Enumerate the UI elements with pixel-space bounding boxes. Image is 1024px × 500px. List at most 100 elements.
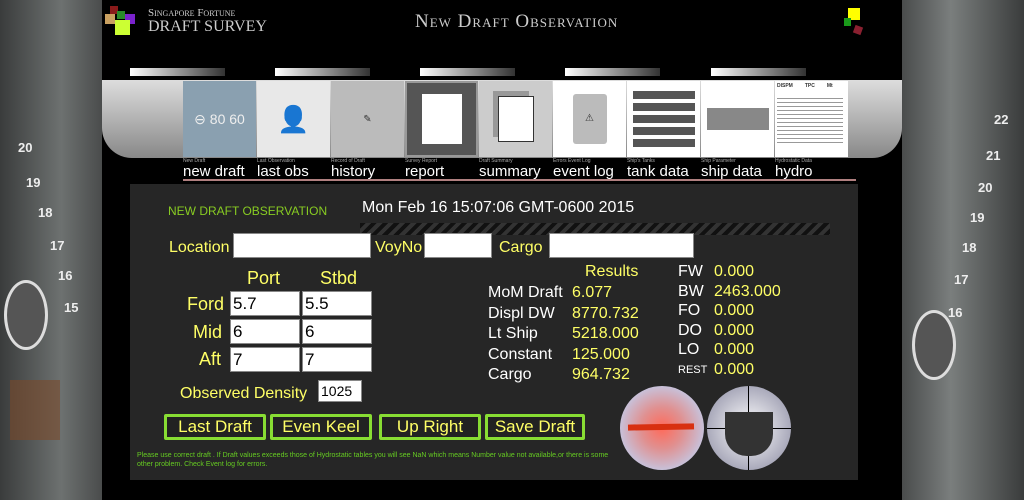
logo-text: Singapore Fortune Draft Survey bbox=[148, 8, 267, 35]
density-input[interactable] bbox=[318, 380, 362, 402]
nav-tile-ship-icon[interactable] bbox=[701, 81, 774, 157]
aft-port-input[interactable] bbox=[230, 347, 300, 372]
density-label: Observed Density bbox=[180, 385, 308, 402]
nav-item-report[interactable]: report bbox=[405, 163, 444, 180]
panel-heading: NEW DRAFT OBSERVATION bbox=[168, 204, 328, 218]
hydro-header: Mt bbox=[826, 83, 833, 89]
nav-item-history[interactable]: history bbox=[331, 163, 375, 180]
draft-mark: 17 bbox=[954, 272, 969, 287]
tank-label: BW bbox=[678, 282, 704, 300]
result-label: Cargo bbox=[488, 366, 532, 383]
nav-item-tank-data[interactable]: tank data bbox=[627, 163, 689, 180]
ship-profile-icon bbox=[627, 423, 695, 431]
hull-background-left: 20 19 18 17 16 15 bbox=[0, 0, 102, 500]
result-value: 125.000 bbox=[572, 345, 630, 363]
tank-label: FW bbox=[678, 263, 703, 280]
mid-label: Mid bbox=[193, 322, 223, 342]
port-header: Port bbox=[247, 268, 281, 288]
nav-tab-edge bbox=[565, 68, 660, 76]
tank-value: 0.000 bbox=[714, 302, 755, 319]
result-label: MoM Draft bbox=[488, 284, 563, 301]
nav-tile-new-draft[interactable]: ⊖ 80 60 bbox=[183, 81, 256, 157]
draft-mark: 20 bbox=[978, 180, 993, 195]
trim-indicator bbox=[620, 386, 704, 470]
draft-mark: 16 bbox=[58, 268, 73, 283]
even-keel-button[interactable]: Even Keel bbox=[270, 414, 372, 440]
result-value: 6.077 bbox=[572, 284, 613, 301]
location-input[interactable] bbox=[233, 233, 371, 258]
cargo-label: Cargo bbox=[499, 239, 543, 256]
nav-underline bbox=[183, 179, 856, 181]
draft-mark: 16 bbox=[948, 305, 963, 320]
tank-label: LO bbox=[678, 341, 700, 358]
draft-mark: 18 bbox=[962, 240, 977, 255]
draft-mark: 20 bbox=[18, 140, 33, 155]
tank-label: DO bbox=[678, 321, 702, 339]
nav-item-ship-data[interactable]: ship data bbox=[701, 163, 762, 180]
nav-tile-pencil-icon[interactable]: ✎ bbox=[331, 81, 404, 157]
up-right-button[interactable]: Up Right bbox=[379, 414, 481, 440]
result-value: 5218.000 bbox=[572, 325, 639, 342]
nav-tile-summary-icon[interactable] bbox=[479, 81, 552, 157]
thruster-icon bbox=[4, 280, 48, 350]
draft-mark: 15 bbox=[64, 300, 79, 315]
ford-label: Ford bbox=[187, 294, 225, 314]
thruster-icon bbox=[912, 310, 956, 380]
aft-stbd-input[interactable] bbox=[302, 347, 372, 372]
nav-tile-event-log-icon[interactable]: ⚠ bbox=[553, 81, 626, 157]
draft-mark: 22 bbox=[994, 112, 1009, 127]
mid-port-input[interactable] bbox=[230, 319, 300, 344]
draft-mark: 19 bbox=[970, 210, 985, 225]
heel-indicator bbox=[707, 386, 791, 470]
ford-port-input[interactable] bbox=[230, 291, 300, 316]
tank-value: 0.000 bbox=[714, 360, 755, 378]
rust-patch bbox=[10, 380, 60, 440]
nav-item-event-log[interactable]: event log bbox=[553, 163, 614, 180]
voyno-label: VoyNo bbox=[375, 239, 423, 256]
logo-line2: Draft Survey bbox=[148, 18, 267, 35]
tank-value: 0.000 bbox=[714, 321, 755, 339]
nav-tile-hydro-table[interactable]: DISPM TPC Mt bbox=[775, 81, 848, 157]
nav-item-new-draft[interactable]: new draft bbox=[183, 163, 245, 180]
draft-mark: 19 bbox=[26, 175, 41, 190]
draft-mark: 18 bbox=[38, 205, 53, 220]
nav-tab-edge bbox=[130, 68, 225, 76]
hull-background-right: 22 21 20 19 18 17 16 bbox=[902, 0, 1024, 500]
nav-tab-edge bbox=[420, 68, 515, 76]
ship-section-icon bbox=[725, 412, 773, 456]
result-label: Constant bbox=[488, 345, 553, 363]
nav-tile-tanks-icon[interactable] bbox=[627, 81, 700, 157]
location-label: Location bbox=[169, 239, 230, 256]
nav-tile-report-icon[interactable] bbox=[405, 81, 478, 157]
voyno-input[interactable] bbox=[424, 233, 492, 258]
nav-tab-edge bbox=[275, 68, 370, 76]
results-title: Results bbox=[585, 263, 639, 280]
last-draft-button[interactable]: Last Draft bbox=[164, 414, 266, 440]
ford-stbd-input[interactable] bbox=[302, 291, 372, 316]
nav-item-last-obs[interactable]: last obs bbox=[257, 163, 309, 180]
tank-value: 0.000 bbox=[714, 263, 755, 280]
result-value: 8770.732 bbox=[572, 304, 639, 322]
tank-value: 0.000 bbox=[714, 341, 755, 358]
nav-tab-edge bbox=[711, 68, 806, 76]
datetime: Mon Feb 16 15:07:06 GMT-0600 2015 bbox=[362, 199, 635, 216]
result-value: 964.732 bbox=[572, 366, 630, 383]
page-title: New Draft Observation bbox=[415, 11, 619, 32]
tank-label: FO bbox=[678, 302, 701, 319]
draft-mark: 21 bbox=[986, 148, 1001, 163]
draft-mark: 17 bbox=[50, 238, 65, 253]
cargo-input[interactable] bbox=[549, 233, 694, 258]
nav-item-hydro[interactable]: hydro bbox=[775, 163, 813, 180]
save-draft-button[interactable]: Save Draft bbox=[485, 414, 585, 440]
result-label: Displ DW bbox=[488, 304, 555, 322]
mid-stbd-input[interactable] bbox=[302, 319, 372, 344]
tank-label: REST bbox=[678, 363, 708, 376]
hydro-header: TPC bbox=[804, 83, 815, 89]
nav-tile-binoculars-icon[interactable]: 👤 bbox=[257, 81, 330, 157]
help-note: Please use correct draft . If Draft valu… bbox=[137, 452, 609, 468]
hydro-header: DISPM bbox=[777, 83, 793, 89]
aft-label: Aft bbox=[199, 349, 222, 369]
nav-item-summary[interactable]: summary bbox=[479, 163, 541, 180]
stbd-header: Stbd bbox=[320, 268, 358, 288]
tank-value: 2463.000 bbox=[714, 282, 781, 300]
